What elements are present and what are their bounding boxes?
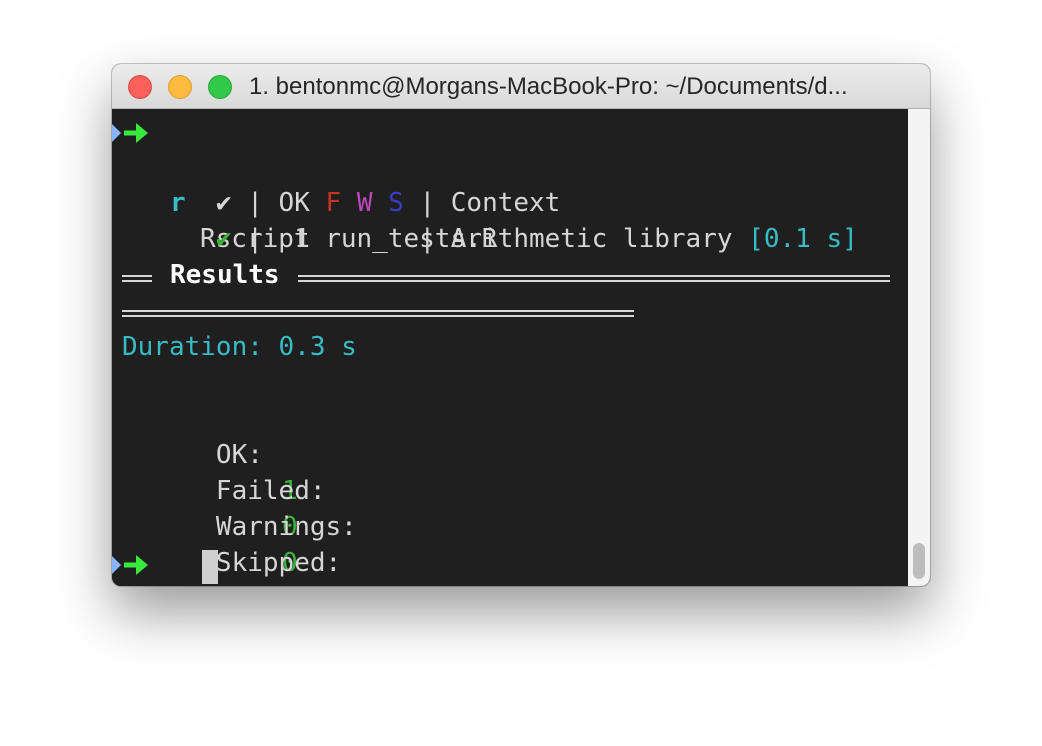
text-cursor [202,550,218,584]
final-prompt-line: r [112,545,206,581]
duration-text: Duration: 0.3 s [122,332,357,362]
scrollbar-thumb[interactable] [913,543,925,579]
summary-failed-row: Failed: 0 [122,437,326,542]
terminal-output[interactable]: r Rscript run_tests.R ✔ | OK F W S | Con… [112,109,930,586]
results-rule-left [122,275,152,282]
zoom-window-button[interactable] [208,75,232,99]
command-line: r Rscript run_tests.R [112,113,497,254]
test-result-row: ✔ | 1 | Arithmetic library [0.1 s] [215,224,858,254]
window-title: 1. bentonmc@Morgans-MacBook-Pro: ~/Docum… [249,73,848,100]
results-title: Results [170,260,280,290]
summary-skipped-value: 0 [282,581,298,586]
title-bar: 1. bentonmc@Morgans-MacBook-Pro: ~/Docum… [112,64,930,109]
prompt-arrow-icon [112,555,148,575]
test-time: [0.1 s] [748,224,858,254]
summary-skipped-row: Skipped: 0 [122,509,341,586]
results-rule-right [298,275,890,282]
results-rule-bottom [122,310,634,317]
context-name: Arithmetic library [450,224,733,254]
ok-count: 1 [294,224,310,254]
summary-warnings-row: Warnings: 0 [122,473,357,578]
terminal-window: 1. bentonmc@Morgans-MacBook-Pro: ~/Docum… [112,64,930,586]
close-window-button[interactable] [128,75,152,99]
vertical-scrollbar[interactable] [908,109,930,586]
summary-ok-row: OK: 1 [122,401,298,506]
check-mark-icon: ✔ [215,224,232,254]
prompt-arrow-icon [112,123,148,143]
minimize-window-button[interactable] [168,75,192,99]
results-header-row: ✔ | OK F W S | Context [215,188,561,218]
